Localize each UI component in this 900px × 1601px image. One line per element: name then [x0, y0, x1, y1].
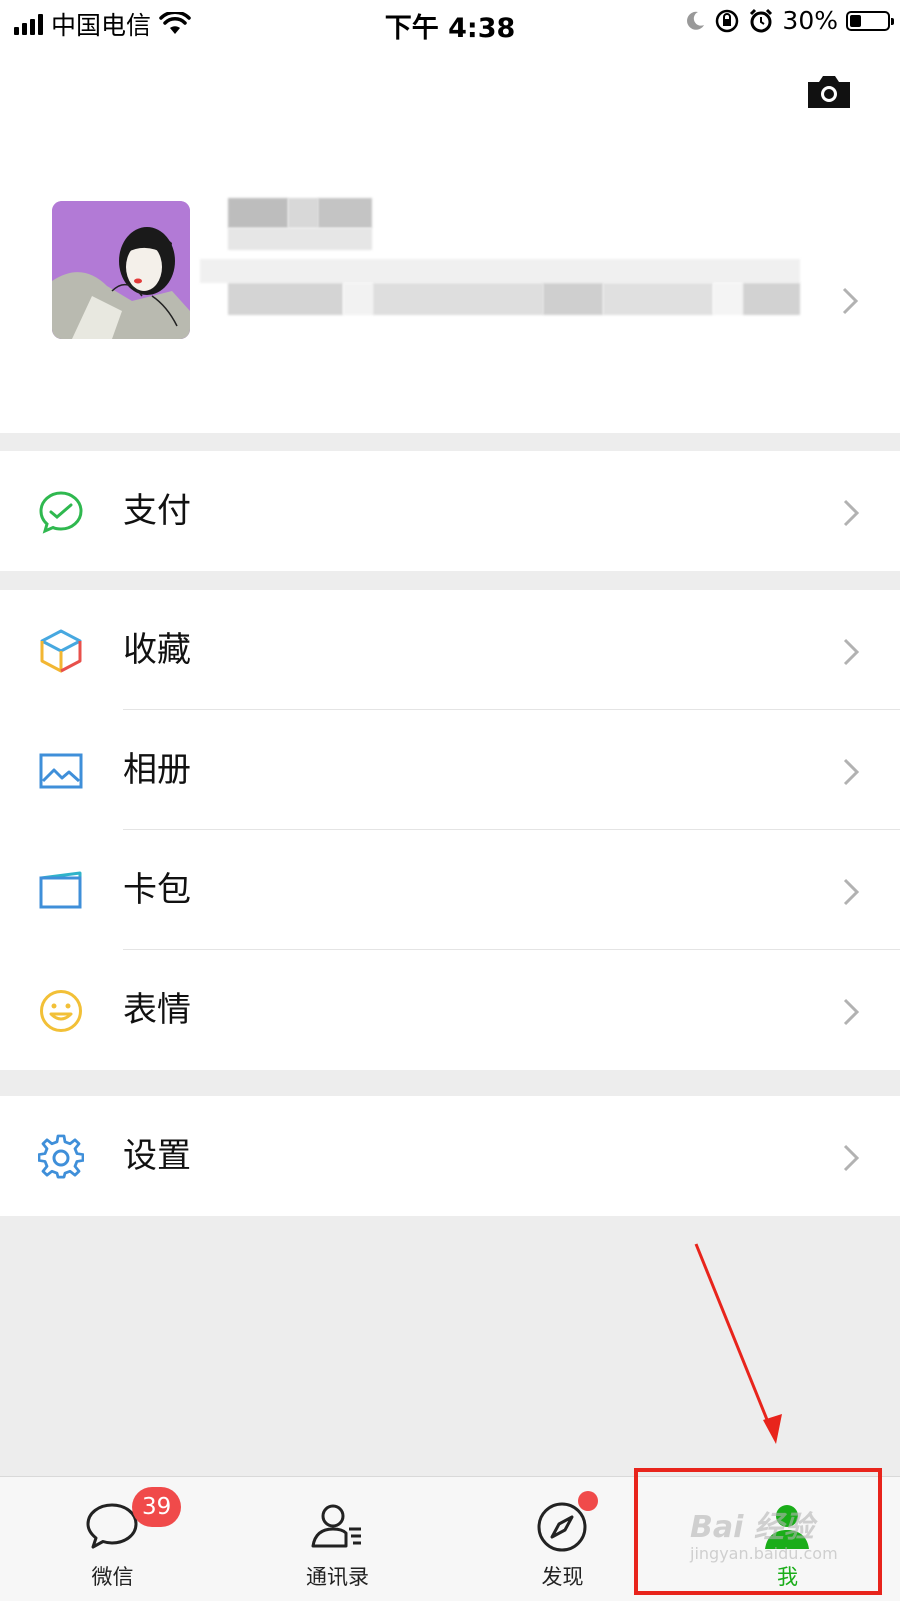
new-content-dot [578, 1491, 598, 1511]
menu-item-favorites[interactable]: 收藏 [0, 590, 900, 710]
menu-label-album: 相册 [123, 750, 191, 790]
card-wallet-icon [39, 871, 82, 909]
profile-header[interactable] [0, 46, 900, 433]
favorites-cube-icon [40, 629, 82, 673]
chevron-right-icon [843, 878, 860, 906]
chevron-right-icon [843, 638, 860, 666]
menu-label-stickers: 表情 [123, 990, 191, 1030]
chevron-right-icon [843, 758, 860, 786]
menu-item-pay[interactable]: 支付 [0, 451, 900, 571]
tab-label-contacts: 通讯录 [306, 1565, 369, 1589]
battery-percent: 30% [782, 6, 838, 35]
album-icon [39, 753, 83, 789]
battery-icon [846, 10, 894, 31]
annotation-arrow [694, 1243, 774, 1433]
menu-item-album[interactable]: 相册 [0, 710, 900, 830]
watermark-logo: Bai 经验 [690, 1510, 814, 1545]
alarm-icon [750, 8, 773, 32]
menu-group-pay: 支付 [0, 451, 900, 571]
gear-icon [38, 1134, 84, 1179]
moon-icon [687, 11, 705, 30]
unread-badge: 39 [132, 1487, 182, 1527]
tab-contacts[interactable]: 通讯录 [225, 1477, 450, 1601]
avatar[interactable] [52, 201, 190, 339]
tab-label-me: 我 [777, 1565, 798, 1589]
pay-icon [39, 491, 83, 534]
menu-label-cards: 卡包 [123, 870, 191, 910]
menu-item-settings[interactable]: 设置 [0, 1096, 900, 1216]
tab-discover[interactable]: 发现 [450, 1477, 675, 1601]
status-bar: 中国电信 下午 4:38 30% [0, 0, 900, 46]
menu-label-pay: 支付 [123, 491, 191, 531]
chevron-right-icon [843, 998, 860, 1026]
rotation-lock-icon [716, 9, 739, 32]
menu-label-favorites: 收藏 [123, 630, 191, 670]
menu-item-cards[interactable]: 卡包 [0, 830, 900, 950]
battery-level [850, 14, 861, 27]
menu-label-settings: 设置 [123, 1136, 191, 1176]
tab-chats[interactable]: 39 微信 [0, 1477, 225, 1601]
camera-icon[interactable] [806, 72, 852, 112]
chevron-right-icon [842, 287, 859, 315]
contacts-icon [311, 1504, 361, 1548]
menu-group-main: 收藏 相册 卡包 表情 [0, 590, 900, 1070]
chevron-right-icon [843, 1144, 860, 1172]
tab-label-discover: 发现 [541, 1565, 584, 1589]
chevron-right-icon [843, 499, 860, 527]
tab-label-chats: 微信 [91, 1565, 134, 1589]
smiley-icon [40, 990, 82, 1032]
menu-item-stickers[interactable]: 表情 [0, 950, 900, 1070]
menu-group-settings: 设置 [0, 1096, 900, 1216]
watermark-url: jingyan.baidu.com [690, 1544, 838, 1563]
annotation-arrowhead [763, 1414, 782, 1444]
